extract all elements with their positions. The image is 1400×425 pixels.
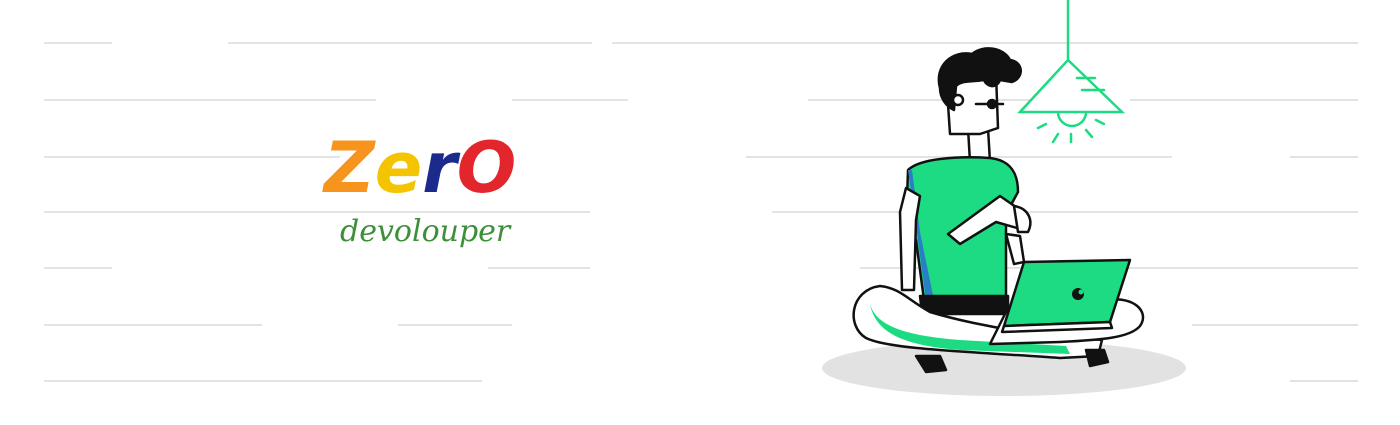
developer-with-laptop-illustration bbox=[822, 0, 1186, 396]
logo-letter-r: r bbox=[422, 127, 457, 209]
zero-developer-logo: ZerO devolouper bbox=[318, 128, 578, 268]
hero-banner: ZerO devolouper bbox=[0, 0, 1400, 425]
logo-letter-z: Z bbox=[324, 127, 375, 209]
lamp-icon bbox=[1017, 0, 1126, 144]
logo-wordmark: ZerO bbox=[324, 128, 516, 208]
logo-subtitle: devolouper bbox=[340, 214, 511, 249]
logo-letter-o: O bbox=[456, 127, 517, 209]
logo-letter-e: e bbox=[374, 127, 423, 209]
